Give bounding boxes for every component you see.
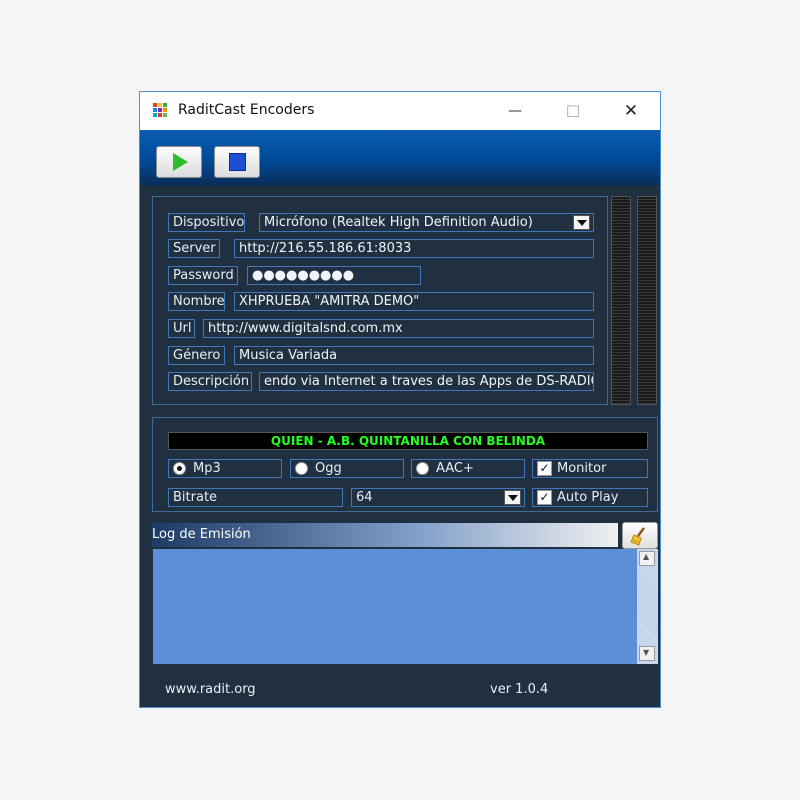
monitor-checkbox[interactable]: ✓ Monitor (532, 459, 648, 478)
autoplay-checkbox[interactable]: ✓ Auto Play (532, 488, 648, 507)
password-label: Password (168, 266, 238, 285)
dispositivo-select[interactable]: Micrófono (Realtek High Definition Audio… (259, 213, 594, 232)
log-textarea[interactable] (153, 549, 637, 664)
play-button[interactable] (156, 146, 202, 178)
play-icon (173, 153, 188, 171)
toolbar (140, 130, 660, 186)
password-input[interactable]: ●●●●●●●●● (247, 266, 421, 285)
maximize-button[interactable]: ☐ (544, 92, 602, 130)
log-header: Log de Emisión (152, 523, 618, 547)
close-button[interactable]: ✕ (602, 92, 660, 130)
stop-button[interactable] (214, 146, 260, 178)
server-label: Server (168, 239, 220, 258)
format-option-mp3[interactable]: Mp3 (168, 459, 282, 478)
bitrate-dropdown-icon[interactable] (504, 490, 521, 505)
scroll-down-button[interactable]: ▼ (639, 646, 655, 661)
app-window: RaditCast Encoders — ☐ ✕ Dispositivo Mic… (139, 91, 661, 708)
descripcion-input[interactable]: endo via Internet a traves de las Apps d… (259, 372, 594, 391)
title-bar[interactable]: RaditCast Encoders — ☐ ✕ (140, 92, 660, 130)
broom-icon (630, 527, 645, 546)
scroll-down-icon: ▼ (643, 648, 650, 657)
maximize-icon: ☐ (565, 101, 581, 121)
genero-input[interactable]: Musica Variada (234, 346, 594, 365)
autoplay-label: Auto Play (557, 490, 619, 505)
vu-meter-right (637, 196, 657, 405)
ogg-label: Ogg (315, 461, 342, 476)
ogg-radio-icon[interactable] (295, 462, 308, 475)
format-option-ogg[interactable]: Ogg (290, 459, 404, 478)
dispositivo-value: Micrófono (Realtek High Definition Audio… (264, 215, 533, 230)
version-label: ver 1.0.4 (490, 682, 549, 697)
server-input[interactable]: http://216.55.186.61:8033 (234, 239, 594, 258)
window-title: RaditCast Encoders (178, 102, 315, 118)
dispositivo-label: Dispositivo (168, 213, 245, 232)
minimize-icon: — (508, 103, 522, 119)
now-playing-display: QUIEN - A.B. QUINTANILLA CON BELINDA (168, 432, 648, 450)
clear-log-button[interactable] (622, 522, 658, 549)
dispositivo-dropdown-icon[interactable] (573, 215, 590, 230)
mp3-label: Mp3 (193, 461, 221, 476)
autoplay-check-icon[interactable]: ✓ (537, 490, 552, 505)
bitrate-value: 64 (356, 490, 373, 505)
format-option-aac[interactable]: AAC+ (411, 459, 525, 478)
monitor-check-icon[interactable]: ✓ (537, 461, 552, 476)
scroll-up-button[interactable]: ▲ (639, 551, 655, 566)
url-input[interactable]: http://www.digitalsnd.com.mx (203, 319, 594, 338)
minimize-button[interactable]: — (486, 92, 544, 130)
close-icon: ✕ (623, 101, 639, 121)
descripcion-label: Descripción (168, 372, 252, 391)
aac-label: AAC+ (436, 461, 474, 476)
app-grid-icon (153, 103, 168, 118)
aac-radio-icon[interactable] (416, 462, 429, 475)
url-label: Url (168, 319, 195, 338)
log-scrollbar[interactable]: ▲ ▼ (637, 549, 658, 664)
stop-icon (229, 153, 246, 171)
nombre-input[interactable]: XHPRUEBA "AMITRA DEMO" (234, 292, 594, 311)
website-link[interactable]: www.radit.org (165, 682, 256, 697)
monitor-label: Monitor (557, 461, 607, 476)
mp3-radio-icon[interactable] (173, 462, 186, 475)
log-title: Log de Emisión (152, 527, 251, 542)
bitrate-select[interactable]: 64 (351, 488, 525, 507)
nombre-label: Nombre (168, 292, 225, 311)
bitrate-label: Bitrate (168, 488, 343, 507)
genero-label: Género (168, 346, 225, 365)
vu-meter-left (611, 196, 631, 405)
scroll-up-icon: ▲ (643, 552, 650, 561)
